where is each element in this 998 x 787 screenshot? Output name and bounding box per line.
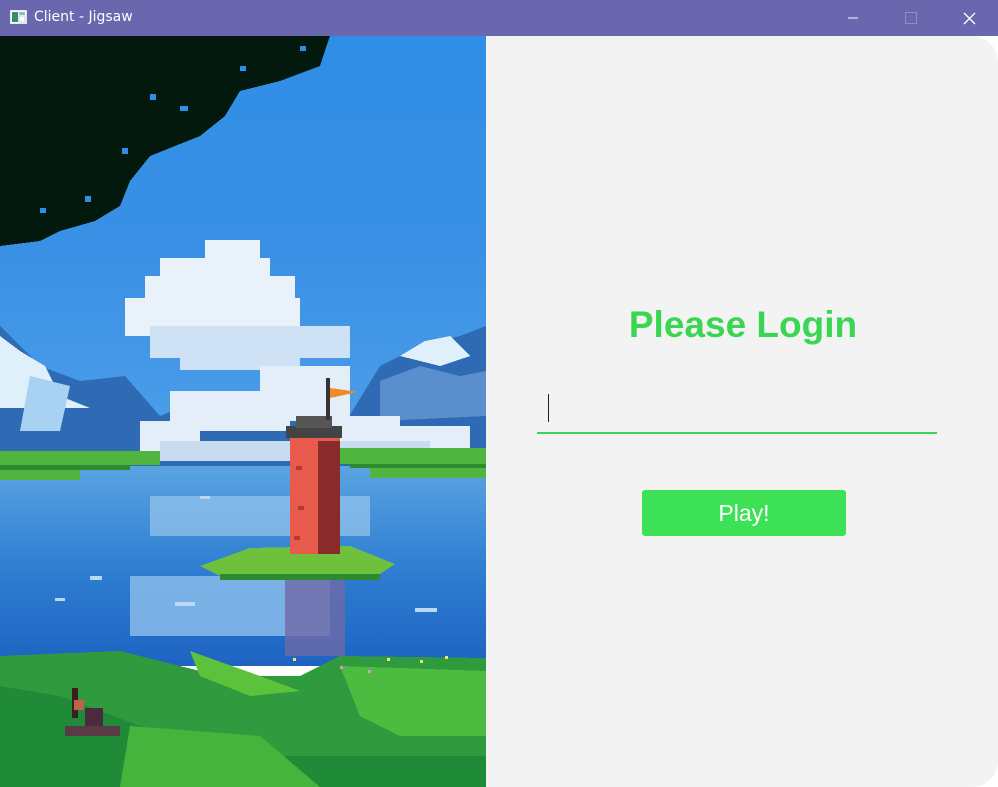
window-content: Please Login Play! <box>0 36 998 787</box>
title-bar[interactable]: Client - Jigsaw <box>0 0 998 36</box>
minimize-button[interactable] <box>824 0 882 36</box>
minimize-icon <box>848 17 858 19</box>
close-icon <box>963 12 975 24</box>
maximize-icon <box>905 12 917 24</box>
login-panel: Please Login Play! <box>486 36 998 787</box>
app-window-icon <box>10 10 27 24</box>
close-button[interactable] <box>940 0 998 36</box>
username-input[interactable] <box>537 386 937 434</box>
text-caret <box>548 394 549 422</box>
login-heading: Please Login <box>628 304 858 345</box>
window-title: Client - Jigsaw <box>34 9 133 25</box>
maximize-button[interactable] <box>882 0 940 36</box>
pixel-art-lighthouse-illustration <box>0 36 486 787</box>
play-button[interactable]: Play! <box>642 490 846 536</box>
